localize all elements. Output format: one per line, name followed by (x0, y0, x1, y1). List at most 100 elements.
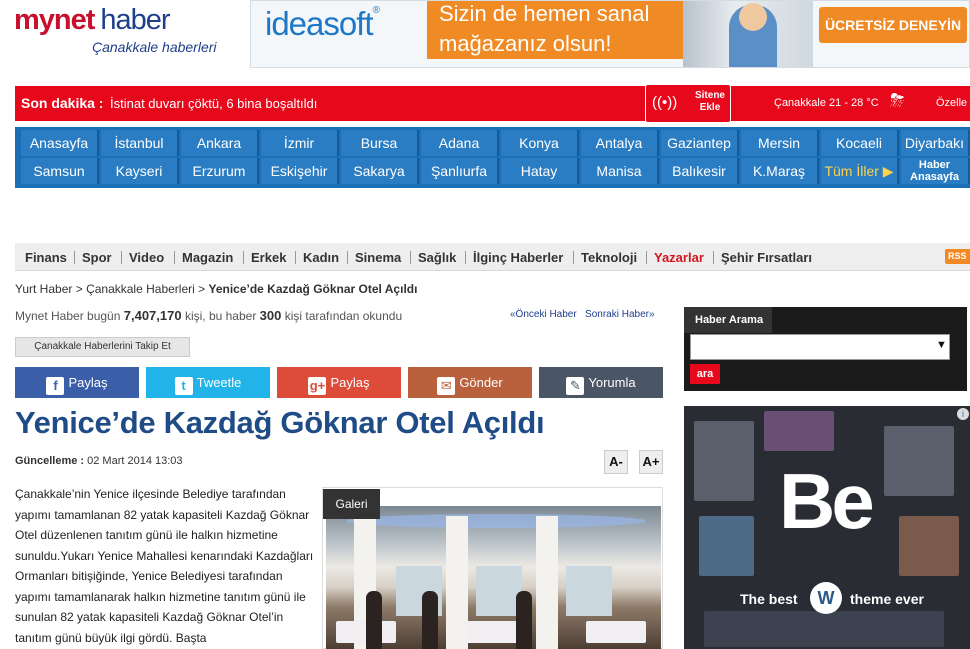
comment-label: Yorumla (588, 375, 636, 390)
breadcrumb-section[interactable]: Çanakkale Haberleri (86, 282, 195, 296)
city-tab[interactable]: Kocaeli (821, 130, 899, 156)
chevron-right-icon: ▶ (882, 163, 894, 179)
column (446, 516, 468, 649)
city-tab[interactable]: Antalya (581, 130, 659, 156)
category-link-yazarlar[interactable]: Yazarlar (654, 250, 704, 265)
next-news-link[interactable]: Sonraki Haber» (585, 309, 654, 320)
ad-tile (699, 516, 754, 576)
all-cities-tab[interactable]: Tüm İller ▶ (821, 158, 899, 184)
logo-brand: mynet (14, 4, 95, 36)
prev-next-links: «Önceki Haber Sonraki Haber» (510, 309, 655, 320)
info-icon[interactable]: i (957, 408, 969, 420)
city-tab[interactable]: Adana (421, 130, 499, 156)
rss-icon[interactable]: RSS (945, 249, 970, 264)
person (366, 591, 382, 649)
previous-news-link[interactable]: «Önceki Haber (510, 309, 577, 320)
category-link[interactable]: Sinema (355, 250, 401, 265)
city-tab[interactable]: K.Maraş (741, 158, 819, 184)
city-tab[interactable]: Hatay (501, 158, 579, 184)
twitter-share-label: Tweetle (196, 375, 242, 390)
category-link[interactable]: Finans (25, 250, 67, 265)
divider (295, 251, 296, 264)
updated-value: 02 Mart 2014 13:03 (87, 455, 183, 467)
city-tab[interactable]: Erzurum (181, 158, 259, 184)
city-tab[interactable]: Mersin (741, 130, 819, 156)
divider (174, 251, 175, 264)
ad-cta-button[interactable]: ÜCRETSİZ DENEYİN (819, 7, 967, 43)
category-link[interactable]: Şehir Fırsatları (721, 250, 812, 265)
category-link[interactable]: Spor (82, 250, 112, 265)
category-link[interactable]: İlginç Haberler (473, 250, 563, 265)
city-tab[interactable]: Konya (501, 130, 579, 156)
weather-text[interactable]: Çanakkale 21 - 28 °C (774, 97, 879, 109)
city-tab[interactable]: Şanlıurfa (421, 158, 499, 184)
city-tab[interactable]: Ankara (181, 130, 259, 156)
comment-icon: ✎ (566, 377, 585, 395)
breaking-news-bar: Son dakika : İstinat duvarı çöktü, 6 bin… (15, 84, 970, 123)
readcount-article: 300 (259, 308, 282, 323)
add-to-site-label: Sitene Ekle (694, 90, 725, 113)
gallery-label: Galeri (323, 489, 380, 519)
category-link[interactable]: Kadın (303, 250, 339, 265)
city-tab[interactable]: Eskişehir (261, 158, 339, 184)
extra-link[interactable]: Özelle (936, 97, 967, 109)
divider (74, 251, 75, 264)
readcount-total: 7,407,170 (123, 308, 182, 323)
logo-haber: haber (100, 4, 170, 36)
breadcrumb: Yurt Haber > Çanakkale Haberleri > Yenic… (15, 282, 417, 296)
search-input[interactable] (690, 334, 950, 360)
ad-tile (899, 516, 959, 576)
comment-button[interactable]: ✎ Yorumla (539, 367, 663, 398)
category-link[interactable]: Teknoloji (581, 250, 637, 265)
city-tab[interactable]: Diyarbakı (901, 130, 970, 156)
breaking-headline-link[interactable]: İstinat duvarı çöktü, 6 bina boşaltıldı (110, 96, 317, 111)
ad-slogan: Sizin de hemen sanal mağazanız olsun! (427, 1, 683, 59)
search-button[interactable]: ara (690, 364, 720, 384)
font-decrease-button[interactable]: A- (604, 450, 628, 474)
category-link[interactable]: Video (129, 250, 164, 265)
follow-button[interactable]: Çanakkale Haberlerini Takip Et (15, 337, 190, 357)
city-tab[interactable]: İstanbul (101, 130, 179, 156)
add-to-site-button[interactable]: ((•)) Sitene Ekle (645, 84, 731, 123)
registered-icon: ® (372, 5, 380, 16)
side-ad-caption-right: theme ever (850, 591, 924, 607)
city-tab[interactable]: Samsun (21, 158, 99, 184)
person (422, 591, 438, 649)
haber-anasayfa-tab[interactable]: Haber Anasayfa (901, 158, 970, 184)
table (586, 621, 646, 643)
category-link[interactable]: Magazin (182, 250, 233, 265)
gplus-share-label: Paylaş (330, 375, 370, 390)
city-tab[interactable]: Balıkesir (661, 158, 739, 184)
font-increase-button[interactable]: A+ (639, 450, 663, 474)
email-share-button[interactable]: ✉ Gönder (408, 367, 532, 398)
weather-storm-icon: ⛈ (890, 90, 905, 110)
city-tab[interactable]: Anasayfa (21, 130, 99, 156)
city-tab[interactable]: Kayseri (101, 158, 179, 184)
city-tab[interactable]: İzmir (261, 130, 339, 156)
side-ad[interactable]: Be The best W theme ever i (684, 406, 970, 649)
category-link[interactable]: Erkek (251, 250, 286, 265)
article-headline: Yenice’de Kazdağ Göknar Otel Açıldı (15, 405, 545, 440)
divider (410, 251, 411, 264)
twitter-share-button[interactable]: t Tweetle (146, 367, 270, 398)
category-link[interactable]: Sağlık (418, 250, 456, 265)
read-count: Mynet Haber bugün 7,407,170 kişi, bu hab… (15, 308, 402, 323)
search-tab[interactable]: Haber Arama (684, 307, 772, 333)
city-tab[interactable]: Manisa (581, 158, 659, 184)
mynet-haber-logo[interactable]: mynet haber Çanakkale haberleri (14, 4, 229, 60)
dropdown-arrow-icon[interactable]: ▼ (936, 339, 947, 351)
all-cities-label: Tüm İller (824, 163, 879, 179)
breadcrumb-current: Yenice’de Kazdağ Göknar Otel Açıldı (208, 282, 418, 296)
top-ad-banner[interactable]: ideasoft® Sizin de hemen sanal mağazanız… (250, 0, 970, 68)
envelope-icon: ✉ (437, 377, 456, 395)
city-tab[interactable]: Gaziantep (661, 130, 739, 156)
gplus-share-button[interactable]: g+ Paylaş (277, 367, 401, 398)
gallery-photo[interactable] (326, 506, 661, 649)
breadcrumb-home[interactable]: Yurt Haber (15, 282, 72, 296)
facebook-share-button[interactable]: f Paylaş (15, 367, 139, 398)
gallery[interactable]: Galeri (322, 487, 663, 649)
city-tab[interactable]: Bursa (341, 130, 419, 156)
city-tab[interactable]: Sakarya (341, 158, 419, 184)
article-body: Çanakkale’nin Yenice ilçesinde Belediye … (15, 487, 314, 645)
divider (465, 251, 466, 264)
